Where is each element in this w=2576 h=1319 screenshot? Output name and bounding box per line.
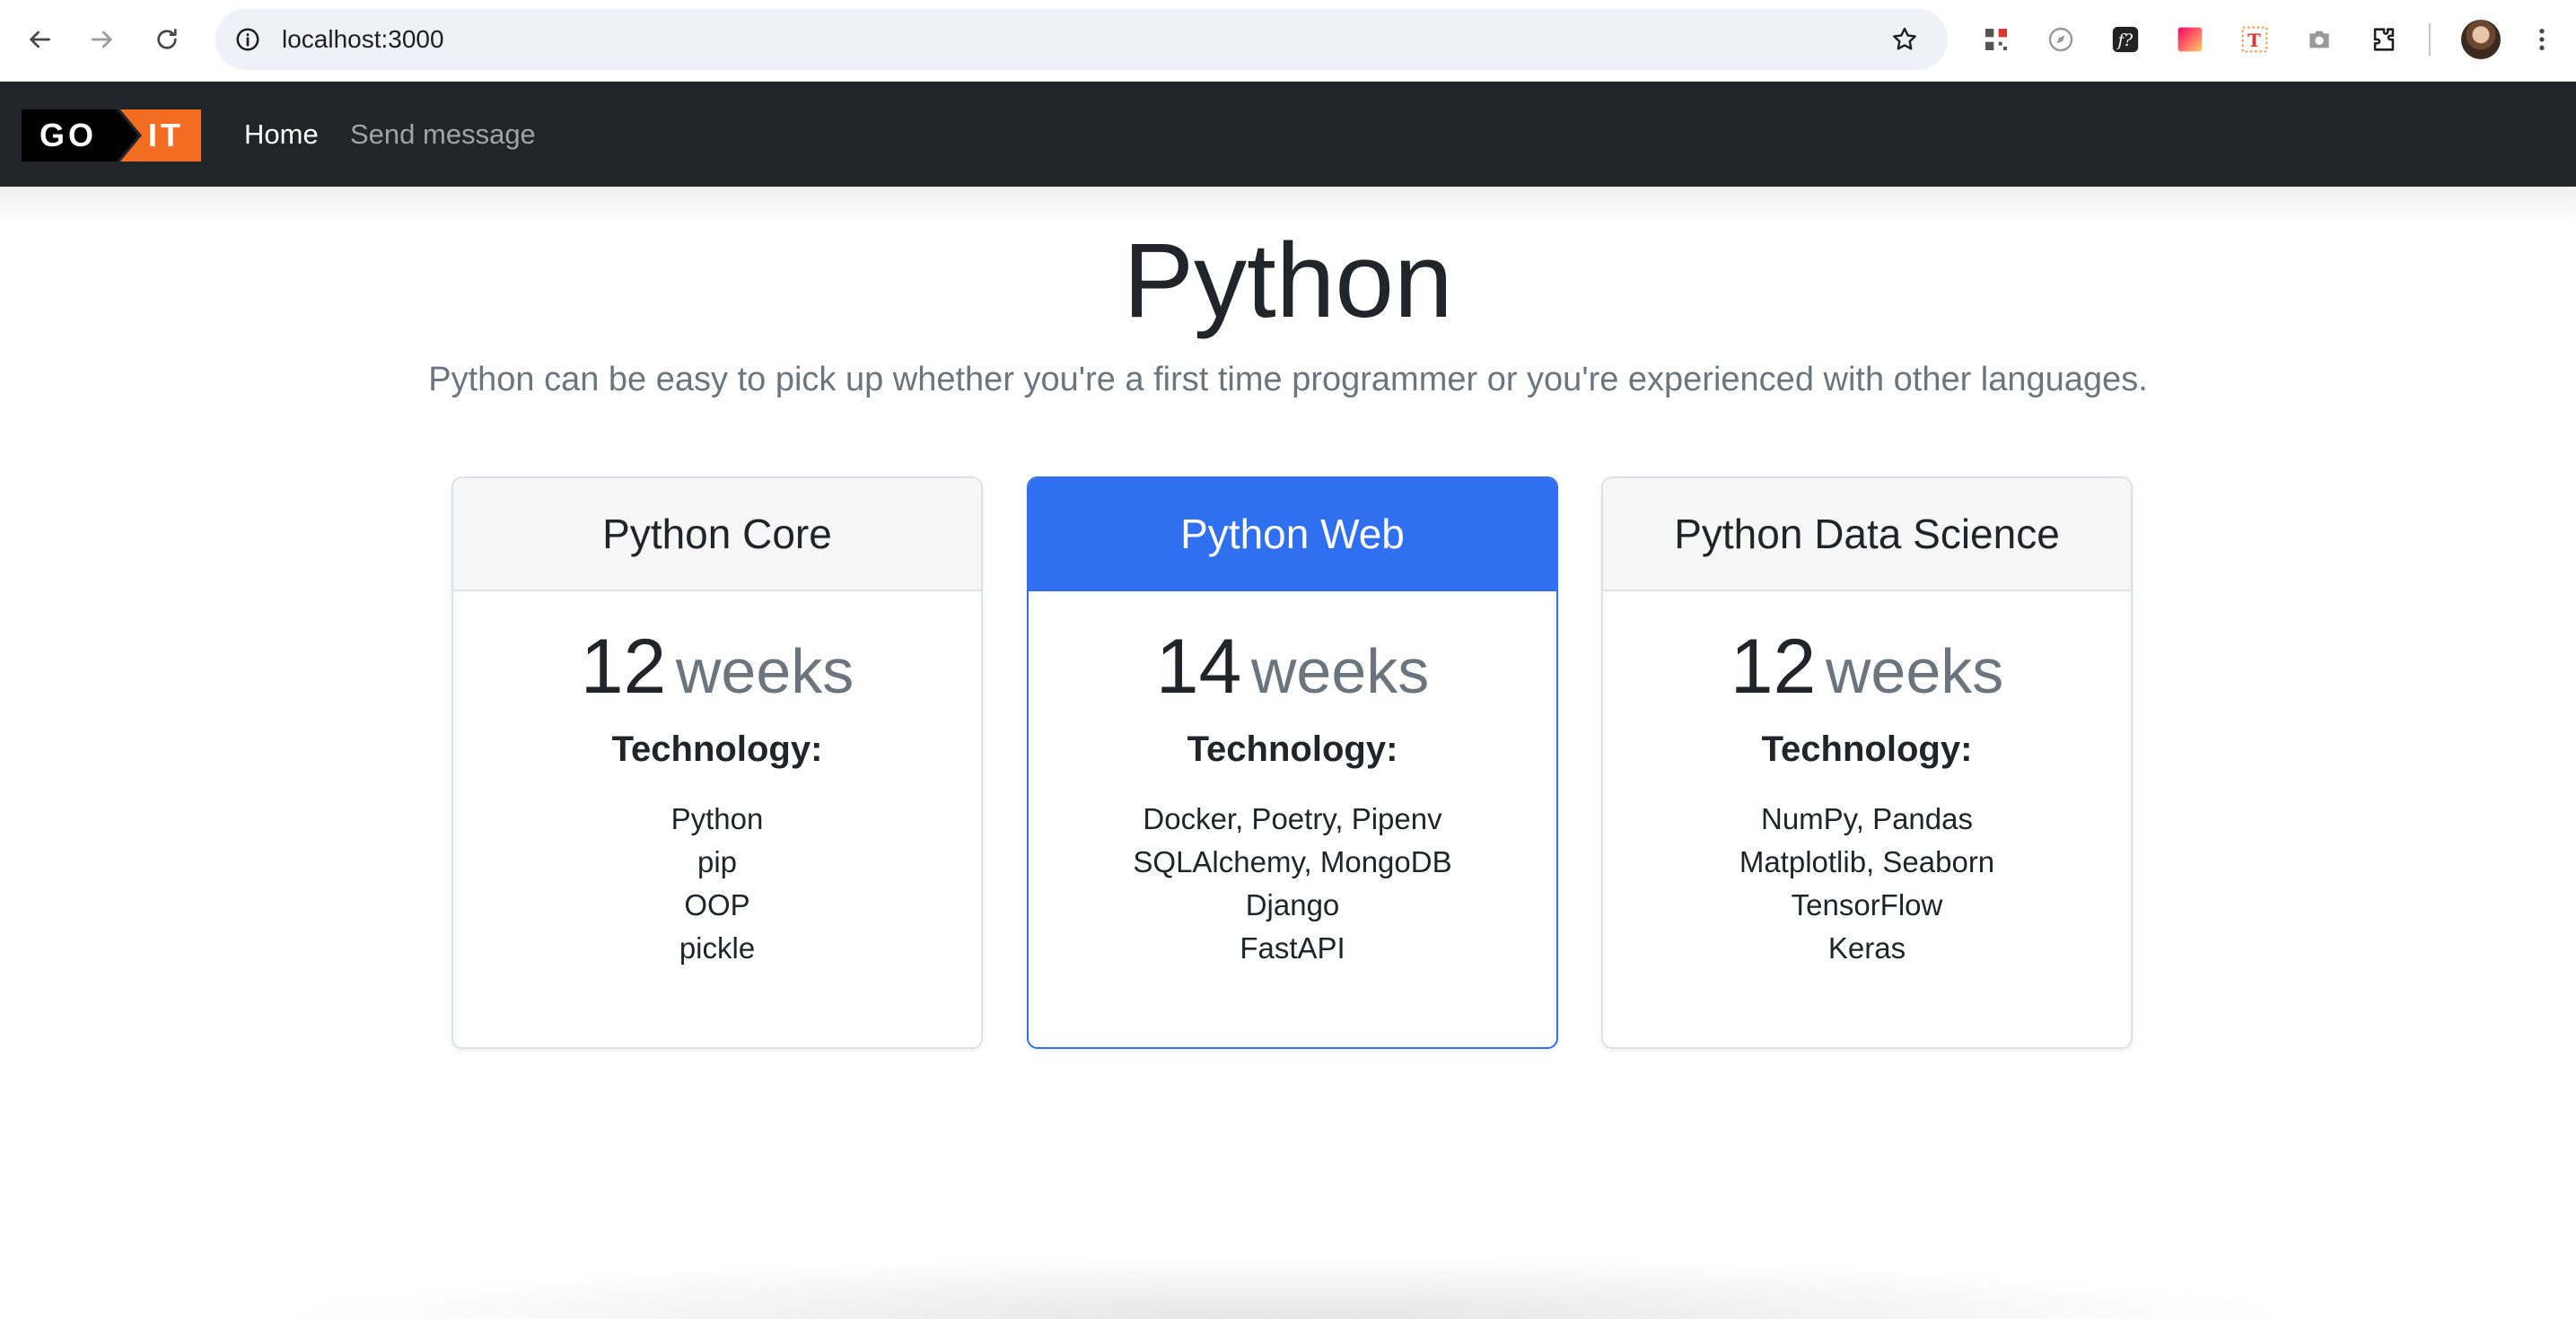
duration-unit: weeks	[1825, 636, 2004, 706]
compass-extension-icon[interactable]	[2043, 22, 2079, 57]
technology-heading: Technology:	[1187, 729, 1398, 769]
technology-item: FastAPI	[1240, 931, 1345, 965]
technology-item: pickle	[679, 931, 756, 965]
font-extension-icon[interactable]: f?	[2107, 22, 2143, 57]
duration-value: 12	[580, 624, 667, 710]
card-title: Python Data Science	[1603, 478, 2131, 591]
technology-heading: Technology:	[1761, 729, 1973, 769]
duration-unit: weeks	[1250, 636, 1430, 706]
browser-toolbar: localhost:3000 f? T	[0, 0, 2576, 82]
technology-list: NumPy, Pandas Matplotlib, Seaborn Tensor…	[1603, 798, 2131, 970]
technology-item: TensorFlow	[1791, 888, 1943, 922]
technology-item: Matplotlib, Seaborn	[1739, 845, 1995, 878]
technology-list: Python pip OOP pickle	[453, 798, 981, 970]
duration-value: 14	[1155, 624, 1242, 710]
technology-heading: Technology:	[611, 729, 823, 769]
nav-link-send-message[interactable]: Send message	[350, 82, 536, 187]
duration-value: 12	[1730, 624, 1817, 710]
technology-item: Django	[1245, 888, 1340, 922]
address-bar[interactable]: localhost:3000	[215, 9, 1948, 70]
course-duration: 14 weeks	[1029, 624, 1556, 710]
camera-extension-icon[interactable]	[2301, 22, 2337, 57]
page-title: Python	[1123, 222, 1453, 340]
goit-logo[interactable]: GO IT	[22, 109, 201, 162]
technology-item: Keras	[1827, 931, 1906, 965]
technology-item: SQLAlchemy, MongoDB	[1133, 845, 1452, 878]
technology-item: OOP	[684, 888, 750, 922]
bottom-shadow	[269, 1256, 2307, 1319]
page-lead: Python can be easy to pick up whether yo…	[428, 361, 2148, 398]
course-card-python-data-science: Python Data Science 12 weeks Technology:…	[1601, 476, 2133, 1049]
duration-unit: weeks	[675, 636, 854, 706]
card-title: Python Core	[453, 478, 981, 591]
course-card-python-web: Python Web 14 weeks Technology: Docker, …	[1027, 476, 1558, 1049]
svg-text:f?: f?	[2116, 31, 2134, 50]
profile-avatar[interactable]	[2461, 20, 2501, 59]
nav-link-home[interactable]: Home	[244, 82, 319, 187]
site-info-icon[interactable]	[230, 22, 266, 57]
arrow-right-icon	[92, 31, 112, 48]
navbar-shadow	[0, 187, 2576, 223]
url-text[interactable]: localhost:3000	[282, 9, 444, 70]
technology-item: NumPy, Pandas	[1761, 802, 1973, 835]
forward-button[interactable]	[79, 16, 126, 63]
card-title: Python Web	[1029, 478, 1556, 591]
svg-text:T: T	[2247, 30, 2261, 51]
course-duration: 12 weeks	[1603, 624, 2131, 710]
text-extension-icon[interactable]: T	[2237, 22, 2273, 57]
color-extension-icon[interactable]	[2172, 22, 2208, 57]
site-navbar: GO IT Home Send message	[0, 82, 2576, 187]
course-duration: 12 weeks	[453, 624, 981, 710]
technology-item: Docker, Poetry, Pipenv	[1143, 802, 1442, 835]
extensions-puzzle-icon[interactable]	[2366, 22, 2402, 57]
back-button[interactable]	[16, 16, 63, 63]
toolbar-divider	[2429, 23, 2431, 56]
bookmark-star-icon[interactable]	[1887, 22, 1923, 57]
reload-button[interactable]	[144, 16, 190, 63]
more-menu-icon[interactable]	[2524, 22, 2560, 57]
logo-go-part: GO	[22, 109, 138, 162]
technology-list: Docker, Poetry, Pipenv SQLAlchemy, Mongo…	[1029, 798, 1556, 970]
qr-extension-icon[interactable]	[1978, 22, 2014, 57]
technology-item: Python	[670, 802, 764, 835]
reload-icon	[157, 29, 177, 49]
technology-item: pip	[697, 845, 738, 878]
arrow-left-icon	[30, 31, 50, 48]
course-card-python-core: Python Core 12 weeks Technology: Python …	[451, 476, 983, 1049]
